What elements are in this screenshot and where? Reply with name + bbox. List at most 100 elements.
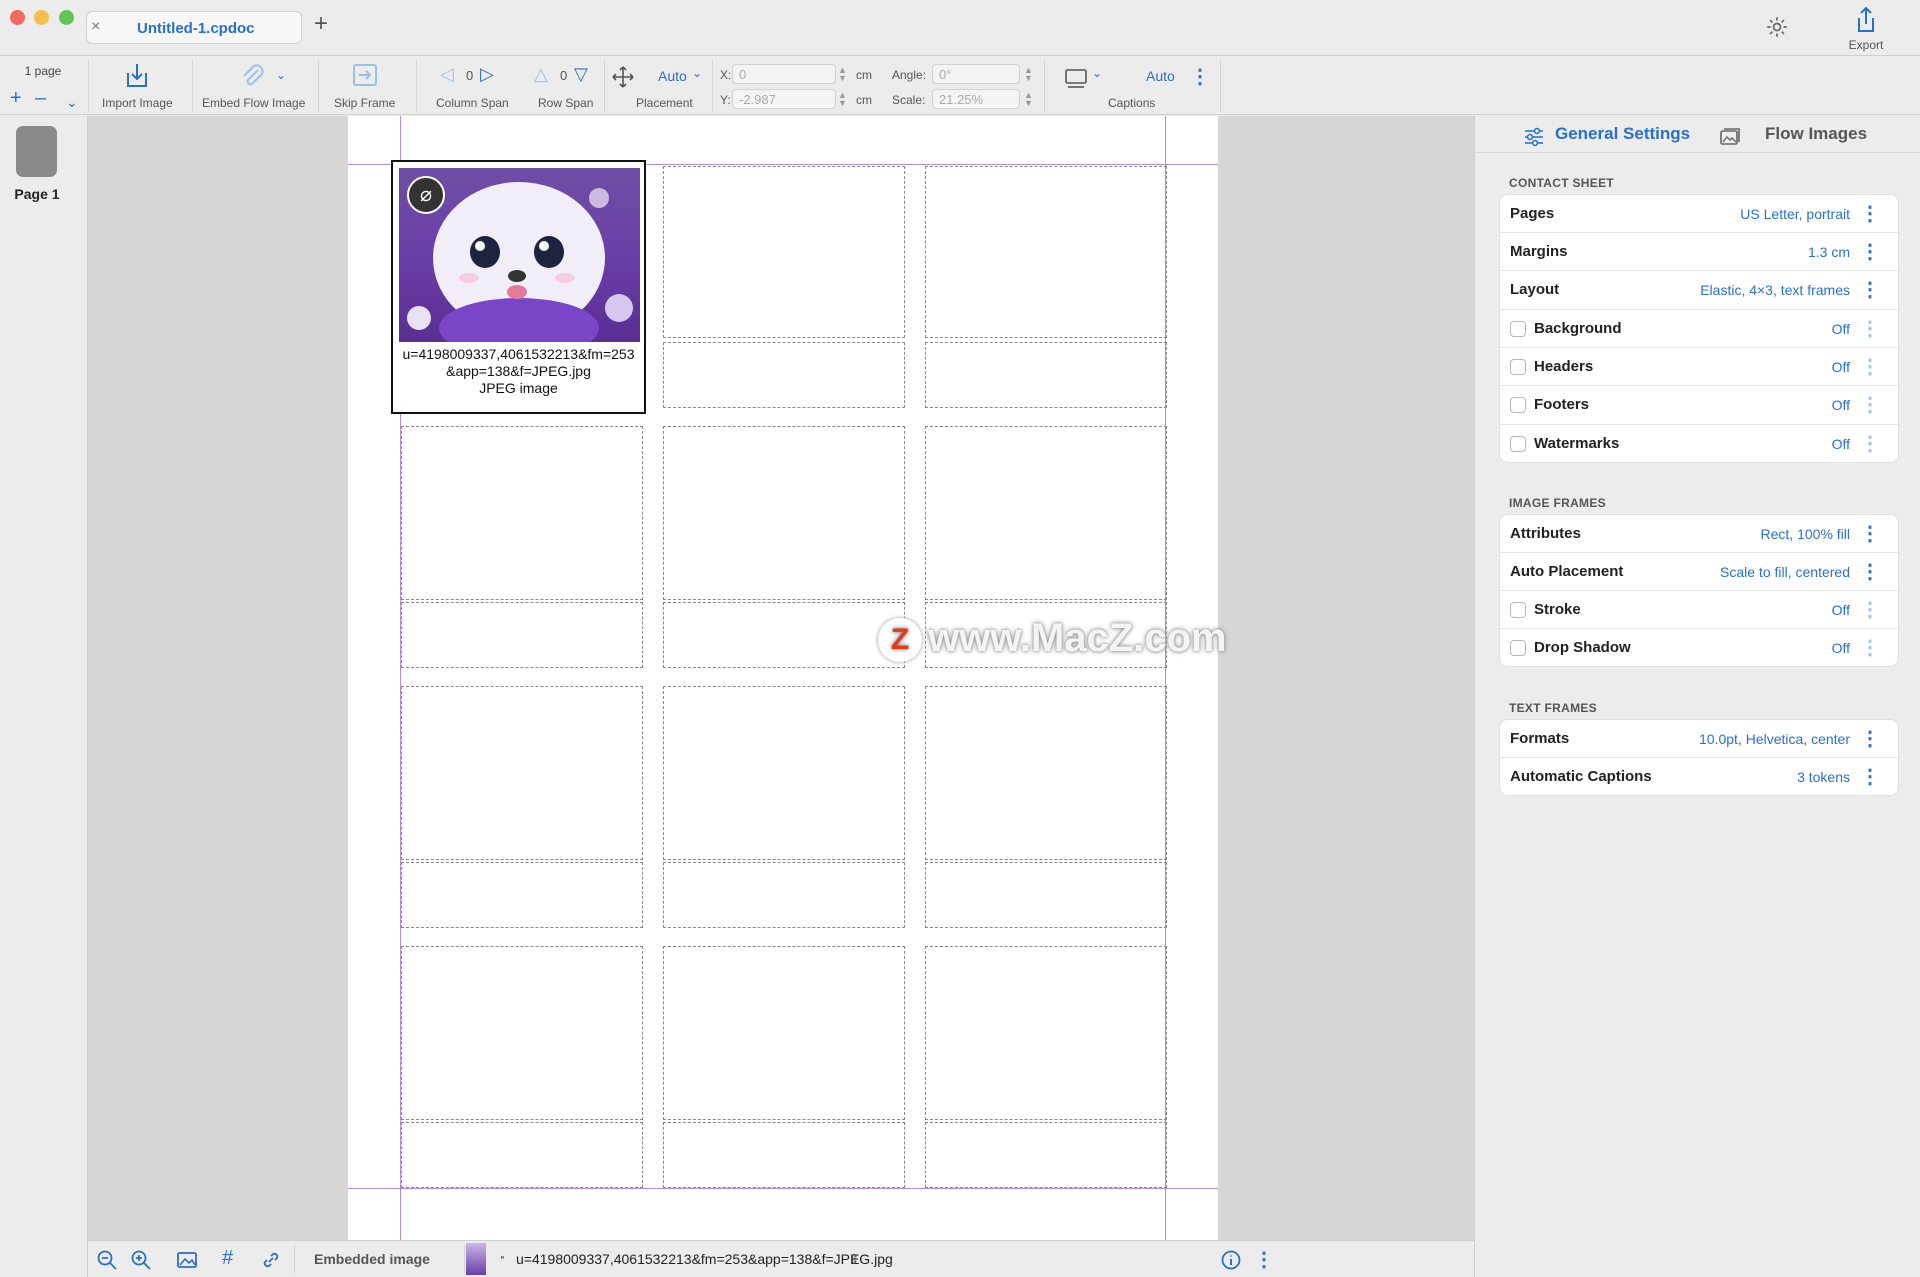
info-icon[interactable]	[1220, 1249, 1242, 1271]
grid-icon[interactable]: #	[222, 1247, 233, 1270]
tab-flow-images[interactable]: Flow Images	[1765, 124, 1867, 144]
zoom-out-icon[interactable]	[96, 1249, 118, 1271]
angle-field[interactable]: 0°	[932, 64, 1020, 84]
selected-image-frame[interactable]: ⌀ u=4198009337,4061532213&fm=253 &app=13…	[391, 160, 646, 414]
row-menu-icon[interactable]: ⋮	[1860, 729, 1880, 749]
text-frame[interactable]	[663, 862, 905, 928]
background-checkbox[interactable]	[1510, 321, 1526, 337]
gear-icon[interactable]	[1764, 14, 1790, 40]
document-tab[interactable]: × Untitled-1.cpdoc	[86, 11, 302, 44]
row-menu-icon[interactable]: ⋮	[1860, 280, 1880, 300]
tab-close-icon[interactable]: ×	[91, 18, 100, 36]
image-frame[interactable]	[663, 686, 905, 860]
image-frame[interactable]	[663, 166, 905, 338]
stroke-checkbox[interactable]	[1510, 602, 1526, 618]
row-span-decrease-icon[interactable]: △	[534, 64, 548, 85]
text-frame[interactable]	[401, 1122, 643, 1188]
drop-shadow-checkbox[interactable]	[1510, 640, 1526, 656]
image-frame[interactable]	[663, 426, 905, 600]
text-frame[interactable]	[663, 342, 905, 408]
settings-row-headers[interactable]: Headers Off ⋮	[1500, 348, 1900, 386]
placement-select[interactable]: Auto	[658, 68, 687, 84]
more-menu-icon[interactable]: ⋮	[1254, 1247, 1274, 1272]
footers-checkbox[interactable]	[1510, 397, 1526, 413]
zoom-in-icon[interactable]	[130, 1249, 152, 1271]
image-file-name[interactable]: u=4198009337,4061532213&fm=253&app=138&f…	[516, 1251, 893, 1267]
angle-stepper[interactable]: ▲ ▼	[1024, 66, 1033, 83]
caption-frame-icon[interactable]	[1064, 68, 1088, 90]
settings-row-formats[interactable]: Formats 10.0pt, Helvetica, center ⋮	[1500, 720, 1900, 758]
image-icon[interactable]	[176, 1249, 198, 1271]
text-frame[interactable]	[663, 1122, 905, 1188]
y-field[interactable]: -2.987	[732, 89, 836, 109]
settings-row-margins[interactable]: Margins 1.3 cm ⋮	[1500, 233, 1900, 271]
settings-row-watermarks[interactable]: Watermarks Off ⋮	[1500, 425, 1900, 463]
scale-field[interactable]: 21.25%	[932, 89, 1020, 109]
row-menu-icon[interactable]: ⋮	[1860, 767, 1880, 787]
settings-row-footers[interactable]: Footers Off ⋮	[1500, 386, 1900, 425]
text-frame[interactable]	[925, 1122, 1167, 1188]
caption-chevron-icon[interactable]: ⌄	[1092, 66, 1102, 80]
angle-label: Angle:	[892, 68, 927, 82]
settings-row-background[interactable]: Background Off ⋮	[1500, 310, 1900, 348]
page-menu-button[interactable]: ⌄	[66, 92, 78, 112]
image-frame[interactable]	[401, 686, 643, 860]
image-frame[interactable]	[925, 426, 1167, 600]
image-frame[interactable]	[401, 426, 643, 600]
row-span-increase-icon[interactable]: ▽	[574, 64, 588, 85]
section-title: CONTACT SHEET	[1509, 176, 1615, 190]
add-page-button[interactable]: +	[10, 88, 22, 108]
close-window-button[interactable]	[10, 10, 25, 25]
image-frame[interactable]	[925, 166, 1167, 338]
row-menu-icon[interactable]: ⋮	[1860, 242, 1880, 262]
remove-page-button[interactable]: –	[35, 88, 46, 108]
row-menu-icon[interactable]: ⋮	[1860, 319, 1880, 339]
captions-select[interactable]: Auto	[1146, 68, 1175, 84]
text-frame[interactable]	[925, 862, 1167, 928]
captions-menu-icon[interactable]: ⋮	[1190, 64, 1210, 89]
tab-general-settings[interactable]: General Settings	[1555, 124, 1690, 144]
row-menu-icon[interactable]: ⋮	[1860, 638, 1880, 658]
x-field[interactable]: 0	[732, 64, 836, 84]
row-menu-icon[interactable]: ⋮	[1860, 434, 1880, 454]
image-frame[interactable]	[401, 946, 643, 1120]
row-menu-icon[interactable]: ⋮	[1860, 357, 1880, 377]
image-caption[interactable]: u=4198009337,4061532213&fm=253 &app=138&…	[393, 346, 644, 397]
column-span-increase-icon[interactable]: ▷	[480, 64, 494, 85]
watermarks-checkbox[interactable]	[1510, 436, 1526, 452]
section-title: IMAGE FRAMES	[1509, 496, 1606, 510]
new-tab-button[interactable]: +	[314, 12, 328, 36]
settings-row-drop-shadow[interactable]: Drop Shadow Off ⋮	[1500, 629, 1900, 667]
row-menu-icon[interactable]: ⋮	[1860, 395, 1880, 415]
row-menu-icon[interactable]: ⋮	[1860, 562, 1880, 582]
x-stepper[interactable]: ▲ ▼	[838, 66, 847, 83]
image-frame[interactable]	[925, 946, 1167, 1120]
minimize-window-button[interactable]	[34, 10, 49, 25]
settings-row-auto-placement[interactable]: Auto Placement Scale to fill, centered ⋮	[1500, 553, 1900, 591]
row-menu-icon[interactable]: ⋮	[1860, 600, 1880, 620]
export-button[interactable]: Export	[1840, 4, 1892, 52]
text-frame[interactable]	[925, 342, 1167, 408]
column-span-decrease-icon[interactable]: ◁	[440, 64, 454, 85]
image-frame[interactable]	[663, 946, 905, 1120]
puppy-photo[interactable]: ⌀	[399, 168, 640, 342]
settings-row-pages[interactable]: Pages US Letter, portrait ⋮	[1500, 195, 1900, 233]
settings-row-layout[interactable]: Layout Elastic, 4×3, text frames ⋮	[1500, 271, 1900, 310]
settings-row-attributes[interactable]: Attributes Rect, 100% fill ⋮	[1500, 515, 1900, 553]
row-menu-icon[interactable]: ⋮	[1860, 204, 1880, 224]
move-icon[interactable]	[612, 66, 634, 88]
image-frame[interactable]	[925, 686, 1167, 860]
scale-stepper[interactable]: ▲ ▼	[1024, 91, 1033, 108]
settings-row-automatic-captions[interactable]: Automatic Captions 3 tokens ⋮	[1500, 758, 1900, 796]
settings-row-stroke[interactable]: Stroke Off ⋮	[1500, 591, 1900, 629]
page-thumbnail[interactable]	[16, 126, 57, 177]
headers-checkbox[interactable]	[1510, 359, 1526, 375]
y-stepper[interactable]: ▲ ▼	[838, 91, 847, 108]
link-icon[interactable]	[260, 1249, 282, 1271]
file-selector-icon[interactable]: ⇕	[848, 1251, 860, 1268]
text-frame[interactable]	[663, 602, 905, 668]
text-frame[interactable]	[401, 862, 643, 928]
row-menu-icon[interactable]: ⋮	[1860, 524, 1880, 544]
zoom-window-button[interactable]	[59, 10, 74, 25]
text-frame[interactable]	[401, 602, 643, 668]
